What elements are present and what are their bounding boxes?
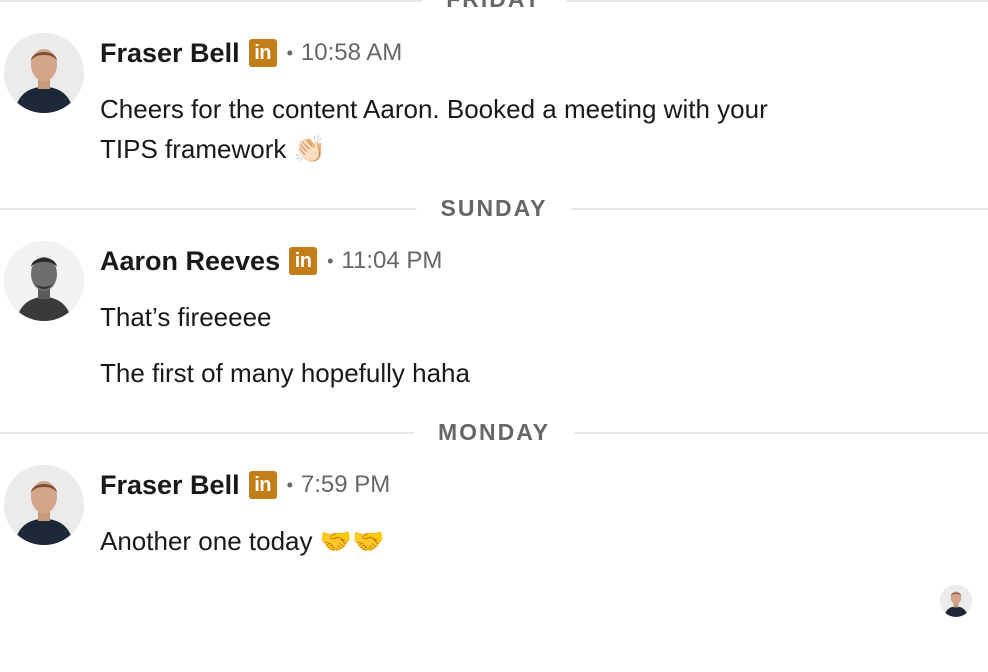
- message-header: Fraser Bell in • 10:58 AM: [100, 35, 402, 71]
- message-time: 7:59 PM: [300, 471, 391, 498]
- message-text: That’s fireeeee: [100, 302, 272, 332]
- read-receipt-avatar-icon: [940, 585, 972, 617]
- avatar[interactable]: [4, 465, 84, 545]
- separator-dot: •: [286, 474, 293, 495]
- read-receipt-avatar: [940, 585, 972, 617]
- message-header: Aaron Reeves in • 11:04 PM: [100, 243, 442, 279]
- message-header: Fraser Bell in • 7:59 PM: [100, 467, 390, 503]
- message-text: The first of many hopefully haha: [100, 358, 470, 388]
- separator-dot: •: [286, 42, 293, 63]
- avatar[interactable]: [4, 33, 84, 113]
- message-time: 10:58 AM: [300, 39, 403, 66]
- avatar[interactable]: [4, 241, 84, 321]
- avatar-aaron-reeves-icon: [4, 241, 84, 321]
- separator-dot: •: [327, 250, 334, 271]
- date-divider-label: SUNDAY: [416, 195, 572, 221]
- linkedin-icon: in: [248, 39, 277, 67]
- message-text: Cheers for the content Aaron. Booked a m…: [100, 94, 768, 124]
- linkedin-icon: in: [289, 247, 318, 275]
- avatar-fraser-bell-icon: [4, 465, 84, 545]
- message-time: 11:04 PM: [341, 247, 443, 274]
- avatar-fraser-bell-icon: [4, 33, 84, 113]
- sender-name[interactable]: Fraser Bell: [100, 470, 240, 501]
- sender-name[interactable]: Aaron Reeves: [100, 246, 280, 277]
- message-text: Another one today 🤝🤝: [100, 526, 385, 556]
- conversation-thread: FRIDAY Fraser Bell in • 10:58 AM Cheers …: [0, 0, 988, 672]
- date-divider-label: FRIDAY: [422, 0, 566, 12]
- sender-name[interactable]: Fraser Bell: [100, 38, 240, 69]
- message-text: TIPS framework 👏🏻: [100, 134, 326, 164]
- linkedin-icon: in: [248, 471, 277, 499]
- date-divider-label: MONDAY: [413, 419, 575, 445]
